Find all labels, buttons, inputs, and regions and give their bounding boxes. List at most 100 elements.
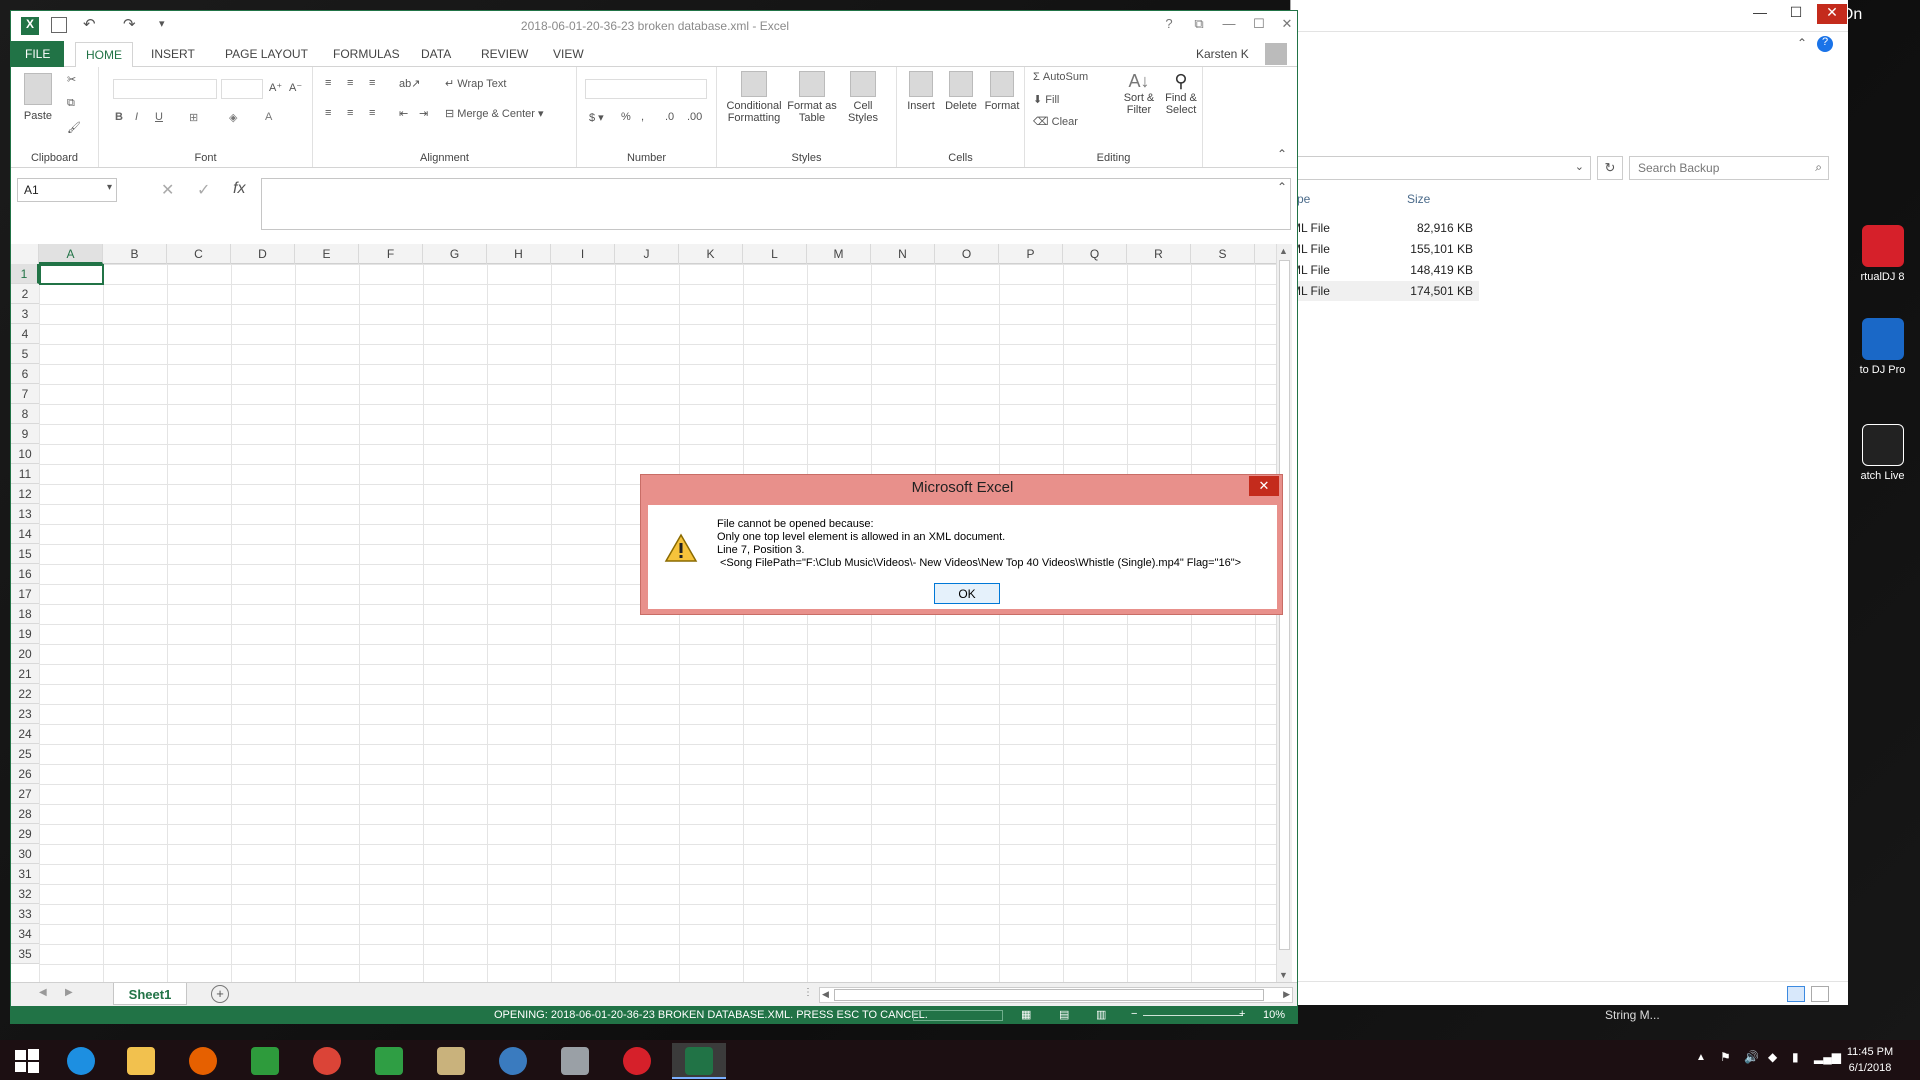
large-icons-view-icon[interactable]	[1811, 986, 1829, 1002]
row-header[interactable]: 30	[11, 844, 39, 864]
cell-styles-button[interactable]: Cell Styles	[841, 71, 885, 124]
taskbar-app[interactable]	[424, 1043, 478, 1079]
column-header[interactable]: F	[359, 244, 423, 264]
column-header[interactable]: O	[935, 244, 999, 264]
sheet-tab[interactable]: Sheet1	[113, 983, 187, 1005]
tab-data[interactable]: DATA	[411, 45, 461, 63]
name-box[interactable]: A1	[17, 178, 117, 202]
delete-cells-button[interactable]: Delete	[943, 71, 979, 112]
fill-color-icon[interactable]: ◈	[229, 111, 237, 124]
copy-icon[interactable]: ⧉	[67, 97, 75, 110]
maximize-icon[interactable]: ☐	[1781, 4, 1811, 24]
prev-sheet-icon[interactable]: ◀	[39, 987, 47, 998]
page-layout-view-icon[interactable]: ▤	[1059, 1008, 1069, 1021]
selected-cell-a1[interactable]	[39, 264, 104, 285]
row-header[interactable]: 32	[11, 884, 39, 904]
column-size[interactable]: Size	[1407, 192, 1430, 206]
row-header[interactable]: 25	[11, 744, 39, 764]
row-header[interactable]: 19	[11, 624, 39, 644]
align-top-icon[interactable]: ≡	[325, 77, 331, 89]
battery-icon[interactable]: ▮	[1792, 1050, 1799, 1064]
insert-cells-button[interactable]: Insert	[903, 71, 939, 112]
zoom-level[interactable]: 10%	[1263, 1009, 1285, 1021]
font-name-dropdown[interactable]	[113, 79, 217, 99]
row-header[interactable]: 11	[11, 464, 39, 484]
chevron-down-icon[interactable]: ⌄	[1575, 160, 1584, 173]
row-header[interactable]: 8	[11, 404, 39, 424]
taskbar-chrome[interactable]	[300, 1043, 354, 1079]
row-header[interactable]: 12	[11, 484, 39, 504]
show-hidden-icons-icon[interactable]: ▲	[1696, 1052, 1706, 1063]
desktop-icon-virtualdj[interactable]: rtualDJ 8	[1845, 225, 1920, 283]
fill-button[interactable]: ⬇ Fill	[1033, 93, 1059, 106]
row-header[interactable]: 28	[11, 804, 39, 824]
help-icon[interactable]: ?	[1155, 16, 1183, 36]
row-header[interactable]: 14	[11, 524, 39, 544]
tab-insert[interactable]: INSERT	[141, 45, 205, 63]
sort-filter-button[interactable]: A↓ Sort & Filter	[1119, 71, 1159, 116]
column-header[interactable]: S	[1191, 244, 1255, 264]
autosum-button[interactable]: Σ AutoSum	[1033, 71, 1088, 83]
maximize-icon[interactable]: ☐	[1245, 16, 1273, 36]
details-view-icon[interactable]	[1787, 986, 1805, 1002]
row-header[interactable]: 13	[11, 504, 39, 524]
scroll-right-icon[interactable]: ▶	[1283, 989, 1290, 1000]
taskbar-app[interactable]	[486, 1043, 540, 1079]
conditional-formatting-button[interactable]: Conditional Formatting	[725, 71, 783, 124]
list-item[interactable]: ML File 82,916 KB	[1291, 218, 1479, 238]
row-header[interactable]: 15	[11, 544, 39, 564]
taskbar-app[interactable]	[548, 1043, 602, 1079]
minimize-icon[interactable]: —	[1745, 4, 1775, 24]
font-size-dropdown[interactable]	[221, 79, 263, 99]
column-header[interactable]: N	[871, 244, 935, 264]
row-header[interactable]: 3	[11, 304, 39, 324]
row-header[interactable]: 26	[11, 764, 39, 784]
cancel-icon[interactable]: ✕	[161, 180, 174, 200]
column-header[interactable]: R	[1127, 244, 1191, 264]
desktop-icon-serato[interactable]: to DJ Pro	[1845, 318, 1920, 376]
column-header[interactable]: D	[231, 244, 295, 264]
list-item[interactable]: ML File 155,101 KB	[1291, 239, 1479, 259]
italic-icon[interactable]: I	[135, 111, 138, 123]
next-sheet-icon[interactable]: ▶	[65, 987, 73, 998]
start-button[interactable]	[0, 1043, 54, 1079]
format-cells-button[interactable]: Format	[983, 71, 1021, 112]
ribbon-display-icon[interactable]: ⧉	[1185, 16, 1213, 36]
row-header[interactable]: 27	[11, 784, 39, 804]
row-header[interactable]: 21	[11, 664, 39, 684]
select-all-corner[interactable]	[11, 244, 39, 264]
row-header[interactable]: 33	[11, 904, 39, 924]
column-header[interactable]: B	[103, 244, 167, 264]
row-header[interactable]: 22	[11, 684, 39, 704]
row-header[interactable]: 23	[11, 704, 39, 724]
taskbar-store[interactable]	[238, 1043, 292, 1079]
row-header[interactable]: 10	[11, 444, 39, 464]
page-break-view-icon[interactable]: ▥	[1096, 1008, 1106, 1021]
row-header[interactable]: 29	[11, 824, 39, 844]
row-header[interactable]: 24	[11, 724, 39, 744]
row-header[interactable]: 31	[11, 864, 39, 884]
row-header[interactable]: 2	[11, 284, 39, 304]
horizontal-scrollbar[interactable]: ◀ ▶	[819, 987, 1293, 1003]
desktop-icon-scratch-live[interactable]: atch Live	[1845, 424, 1920, 482]
column-header[interactable]: I	[551, 244, 615, 264]
taskbar-virtualdj[interactable]	[610, 1043, 664, 1079]
percent-icon[interactable]: %	[621, 111, 631, 123]
scroll-left-icon[interactable]: ◀	[822, 989, 829, 1000]
orientation-icon[interactable]: ab↗	[399, 77, 420, 90]
formula-input[interactable]	[261, 178, 1291, 230]
number-format-dropdown[interactable]	[585, 79, 707, 99]
close-icon[interactable]: ✕	[1249, 476, 1279, 496]
enter-icon[interactable]: ✓	[197, 180, 210, 200]
decrease-indent-icon[interactable]: ⇤	[399, 107, 408, 120]
wrap-text-button[interactable]: ↵ Wrap Text	[445, 77, 506, 90]
tab-split-handle[interactable]: ⋮	[803, 987, 813, 998]
row-header[interactable]: 18	[11, 604, 39, 624]
format-as-table-button[interactable]: Format as Table	[787, 71, 837, 124]
decrease-decimal-icon[interactable]: .00	[687, 111, 702, 123]
cut-icon[interactable]: ✂	[67, 73, 76, 86]
borders-icon[interactable]: ⊞	[189, 111, 198, 124]
align-bottom-icon[interactable]: ≡	[369, 77, 375, 89]
align-middle-icon[interactable]: ≡	[347, 77, 353, 89]
clock[interactable]: 11:45 PM 6/1/2018	[1830, 1044, 1910, 1076]
